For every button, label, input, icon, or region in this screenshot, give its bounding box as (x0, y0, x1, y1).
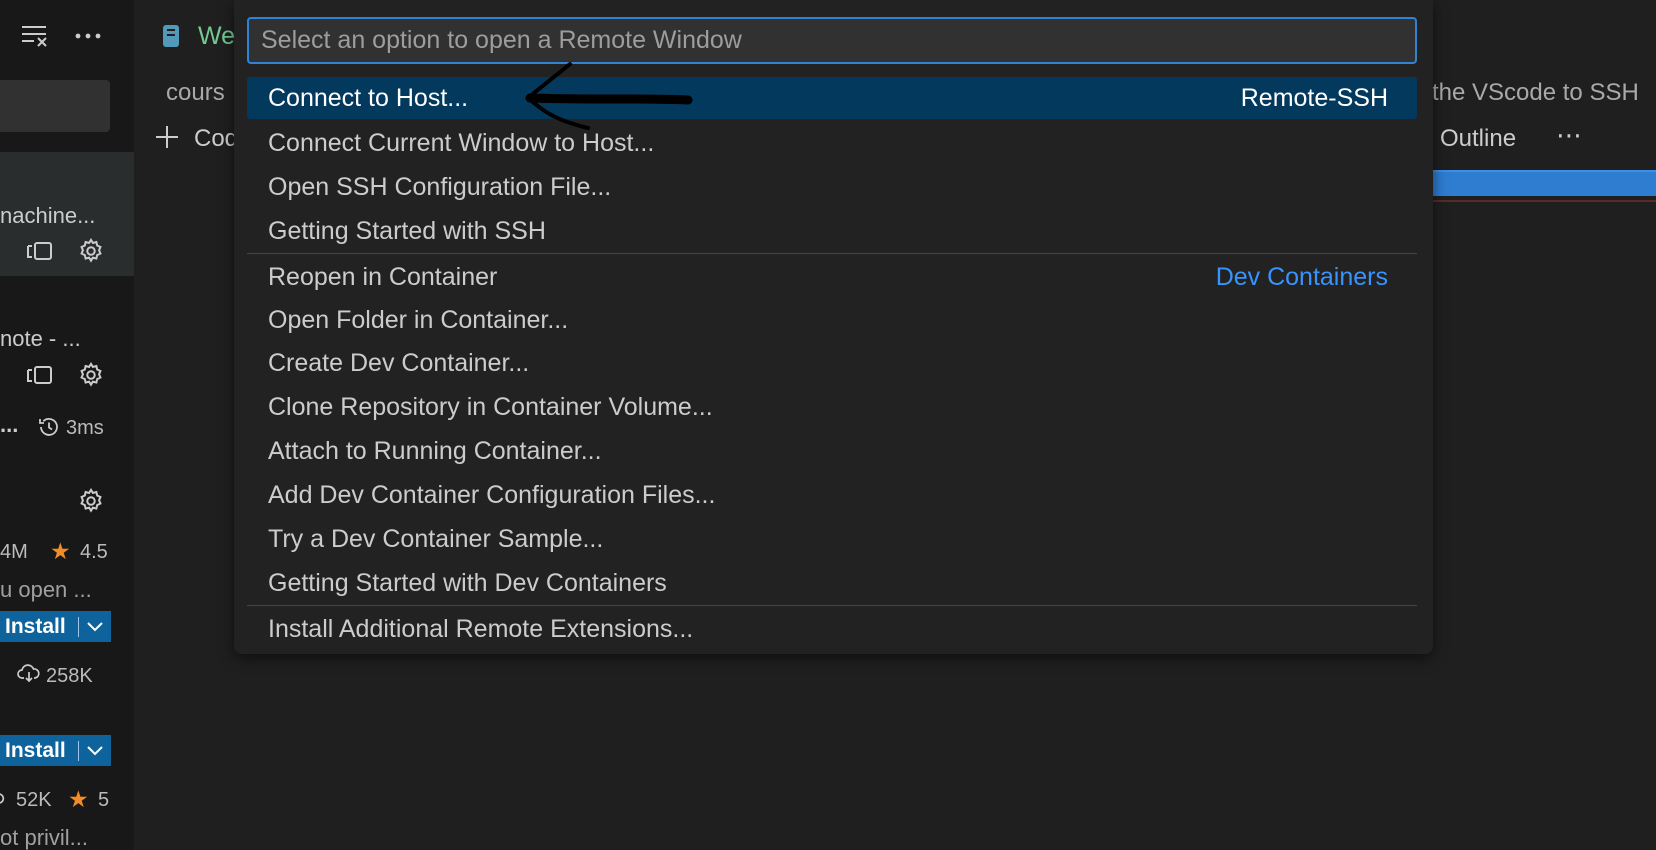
remote-window-quick-pick: Connect to Host... Remote-SSH Connect Cu… (234, 0, 1433, 654)
item-label: Reopen in Container (268, 262, 498, 291)
quick-pick-item-connect-current-window[interactable]: Connect Current Window to Host... (247, 122, 1417, 164)
annotation-arrow-icon (524, 62, 693, 130)
extension-description: ... (0, 412, 19, 437)
selected-cell-bar (1424, 170, 1656, 196)
remote-explorer-icon[interactable] (23, 234, 57, 268)
item-label: Clone Repository in Container Volume... (268, 392, 713, 421)
quick-pick-item-getting-started-ssh[interactable]: Getting Started with SSH (247, 210, 1417, 252)
cell-border (1424, 200, 1656, 202)
quick-pick-item-create-dev-container[interactable]: Create Dev Container... (247, 342, 1417, 384)
star-icon: ★ (50, 538, 71, 564)
extension-description: u open ... (0, 577, 92, 602)
install-button[interactable]: Install (0, 735, 111, 766)
item-label: Getting Started with SSH (268, 216, 546, 245)
quick-pick-item-add-config-files[interactable]: Add Dev Container Configuration Files... (247, 474, 1417, 516)
chevron-down-icon[interactable] (79, 621, 111, 633)
extension-title: nachine... (0, 203, 96, 228)
item-label: Open SSH Configuration File... (268, 172, 612, 201)
item-label: Install Additional Remote Extensions... (268, 614, 694, 643)
quick-pick-item-getting-started-dev-containers[interactable]: Getting Started with Dev Containers (247, 562, 1417, 604)
star-icon: ★ (68, 786, 89, 812)
extension-description: ot privil... (0, 825, 89, 850)
quick-pick-item-connect-to-host[interactable]: Connect to Host... Remote-SSH (247, 77, 1417, 119)
more-actions-icon[interactable]: ⋯ (1556, 120, 1582, 151)
quick-pick-item-install-remote-extensions[interactable]: Install Additional Remote Extensions... (247, 608, 1417, 650)
gear-icon[interactable] (74, 358, 108, 392)
install-label: Install (5, 614, 66, 638)
add-code-cell-button[interactable]: Cod (194, 125, 238, 153)
group-label-dev-containers: Dev Containers (1215, 262, 1388, 291)
rating: 5 (98, 789, 110, 811)
download-count: 4M (0, 541, 28, 563)
history-icon (37, 415, 61, 444)
download-count: 258K (46, 665, 93, 687)
chevron-down-icon[interactable] (79, 745, 111, 757)
quick-pick-item-try-sample[interactable]: Try a Dev Container Sample... (247, 518, 1417, 560)
clear-extensions-icon[interactable] (18, 19, 52, 53)
notebook-icon (162, 24, 180, 53)
download-count: 52K (16, 789, 52, 811)
rating: 4.5 (80, 541, 108, 563)
activation-time: 3ms (66, 417, 104, 439)
item-label: Add Dev Container Configuration Files... (268, 480, 716, 509)
extensions-sidebar: nachine... note - ... ... 3ms 4M ★ 4.5 u… (0, 0, 134, 850)
remote-explorer-icon[interactable] (23, 358, 57, 392)
install-label: Install (5, 738, 66, 762)
more-actions-icon[interactable] (71, 19, 105, 53)
gear-icon[interactable] (74, 484, 108, 518)
cloud-download-icon (0, 788, 12, 813)
quick-pick-item-attach-to-running[interactable]: Attach to Running Container... (247, 430, 1417, 472)
editor-tab-title[interactable]: We (198, 22, 235, 51)
quick-pick-item-reopen-in-container[interactable]: Reopen in Container Dev Containers (247, 256, 1417, 298)
quick-pick-item-open-folder-in-container[interactable]: Open Folder in Container... (247, 299, 1417, 341)
item-label: Getting Started with Dev Containers (268, 568, 667, 597)
group-label-remote-ssh: Remote-SSH (1240, 83, 1388, 112)
group-separator (247, 605, 1417, 606)
gear-icon[interactable] (74, 234, 108, 268)
item-label: Attach to Running Container... (268, 436, 602, 465)
item-label: Try a Dev Container Sample... (268, 524, 604, 553)
install-button[interactable]: Install (0, 611, 111, 642)
plus-icon[interactable] (154, 124, 180, 155)
quick-pick-input[interactable] (247, 17, 1417, 64)
breadcrumb[interactable]: the VScode to SSH (1432, 79, 1639, 107)
quick-pick-item-open-ssh-config[interactable]: Open SSH Configuration File... (247, 166, 1417, 208)
extensions-search-input[interactable] (0, 80, 110, 132)
extension-title: note - ... (0, 326, 81, 351)
item-label: Connect to Host... (268, 83, 469, 112)
group-separator (247, 253, 1417, 254)
breadcrumb[interactable]: cours (166, 79, 225, 107)
item-label: Create Dev Container... (268, 348, 530, 377)
item-label: Open Folder in Container... (268, 305, 569, 334)
cloud-download-icon (17, 663, 41, 688)
outline-button[interactable]: Outline (1440, 125, 1516, 153)
quick-pick-item-clone-repository[interactable]: Clone Repository in Container Volume... (247, 386, 1417, 428)
